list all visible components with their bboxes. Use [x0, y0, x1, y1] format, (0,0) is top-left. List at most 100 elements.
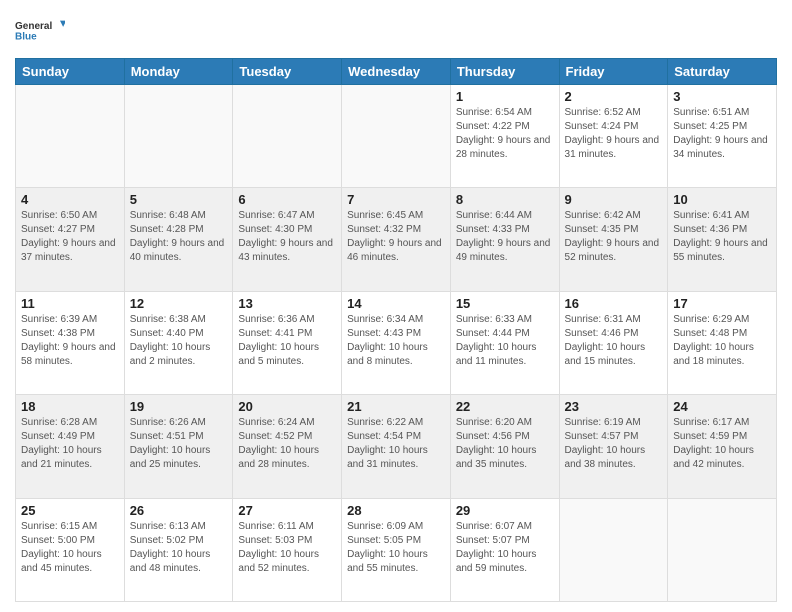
day-info: Sunrise: 6:07 AM Sunset: 5:07 PM Dayligh… [456, 520, 554, 576]
day-number: 17 [673, 296, 771, 311]
day-cell: 24 Sunrise: 6:17 AM Sunset: 4:59 PM Dayli… [668, 395, 777, 498]
day-info: Sunrise: 6:52 AM Sunset: 4:24 PM Dayligh… [565, 106, 663, 162]
day-number: 15 [456, 296, 554, 311]
day-number: 19 [130, 399, 228, 414]
day-cell: 25 Sunrise: 6:15 AM Sunset: 5:00 PM Dayli… [16, 498, 125, 601]
day-cell: 16 Sunrise: 6:31 AM Sunset: 4:46 PM Dayli… [559, 291, 668, 394]
day-info: Sunrise: 6:45 AM Sunset: 4:32 PM Dayligh… [347, 209, 445, 265]
day-cell [16, 85, 125, 188]
day-cell [668, 498, 777, 601]
day-cell: 10 Sunrise: 6:41 AM Sunset: 4:36 PM Dayli… [668, 188, 777, 291]
day-info: Sunrise: 6:28 AM Sunset: 4:49 PM Dayligh… [21, 416, 119, 472]
day-cell [559, 498, 668, 601]
day-number: 22 [456, 399, 554, 414]
day-info: Sunrise: 6:47 AM Sunset: 4:30 PM Dayligh… [238, 209, 336, 265]
day-cell: 11 Sunrise: 6:39 AM Sunset: 4:38 PM Dayli… [16, 291, 125, 394]
day-cell: 28Sunrise: 6:09 AM Sunset: 5:05 PM Dayli… [342, 498, 451, 601]
day-cell [342, 85, 451, 188]
day-info: Sunrise: 6:24 AM Sunset: 4:52 PM Dayligh… [238, 416, 336, 472]
day-cell: 26 Sunrise: 6:13 AM Sunset: 5:02 PM Dayli… [124, 498, 233, 601]
day-cell: 4Sunrise: 6:50 AM Sunset: 4:27 PM Daylig… [16, 188, 125, 291]
header: General Blue [15, 10, 777, 50]
day-number: 2 [565, 89, 663, 104]
day-number: 5 [130, 192, 228, 207]
day-number: 1 [456, 89, 554, 104]
day-cell: 3Sunrise: 6:51 AM Sunset: 4:25 PM Daylig… [668, 85, 777, 188]
day-cell: 18 Sunrise: 6:28 AM Sunset: 4:49 PM Dayli… [16, 395, 125, 498]
day-number: 26 [130, 503, 228, 518]
day-info: Sunrise: 6:42 AM Sunset: 4:35 PM Dayligh… [565, 209, 663, 265]
day-number: 21 [347, 399, 445, 414]
day-info: Sunrise: 6:15 AM Sunset: 5:00 PM Dayligh… [21, 520, 119, 576]
day-info: Sunrise: 6:31 AM Sunset: 4:46 PM Dayligh… [565, 313, 663, 369]
day-number: 13 [238, 296, 336, 311]
day-number: 9 [565, 192, 663, 207]
col-header-saturday: Saturday [668, 59, 777, 85]
day-number: 29 [456, 503, 554, 518]
col-header-sunday: Sunday [16, 59, 125, 85]
day-info: Sunrise: 6:51 AM Sunset: 4:25 PM Dayligh… [673, 106, 771, 162]
col-header-tuesday: Tuesday [233, 59, 342, 85]
day-cell [124, 85, 233, 188]
day-info: Sunrise: 6:44 AM Sunset: 4:33 PM Dayligh… [456, 209, 554, 265]
day-info: Sunrise: 6:41 AM Sunset: 4:36 PM Dayligh… [673, 209, 771, 265]
day-number: 18 [21, 399, 119, 414]
week-row-4: 18 Sunrise: 6:28 AM Sunset: 4:49 PM Dayli… [16, 395, 777, 498]
day-cell: 8Sunrise: 6:44 AM Sunset: 4:33 PM Daylig… [450, 188, 559, 291]
day-cell: 1 Sunrise: 6:54 AM Sunset: 4:22 PM Daylig… [450, 85, 559, 188]
day-number: 23 [565, 399, 663, 414]
day-cell: 7 Sunrise: 6:45 AM Sunset: 4:32 PM Daylig… [342, 188, 451, 291]
day-info: Sunrise: 6:34 AM Sunset: 4:43 PM Dayligh… [347, 313, 445, 369]
day-cell: 23 Sunrise: 6:19 AM Sunset: 4:57 PM Dayli… [559, 395, 668, 498]
col-header-friday: Friday [559, 59, 668, 85]
week-row-3: 11 Sunrise: 6:39 AM Sunset: 4:38 PM Dayli… [16, 291, 777, 394]
day-cell: 19 Sunrise: 6:26 AM Sunset: 4:51 PM Dayli… [124, 395, 233, 498]
day-cell: 2 Sunrise: 6:52 AM Sunset: 4:24 PM Daylig… [559, 85, 668, 188]
day-info: Sunrise: 6:17 AM Sunset: 4:59 PM Dayligh… [673, 416, 771, 472]
day-cell: 21 Sunrise: 6:22 AM Sunset: 4:54 PM Dayli… [342, 395, 451, 498]
day-number: 20 [238, 399, 336, 414]
header-row: SundayMondayTuesdayWednesdayThursdayFrid… [16, 59, 777, 85]
day-info: Sunrise: 6:39 AM Sunset: 4:38 PM Dayligh… [21, 313, 119, 369]
day-info: Sunrise: 6:38 AM Sunset: 4:40 PM Dayligh… [130, 313, 228, 369]
day-number: 16 [565, 296, 663, 311]
logo: General Blue [15, 10, 65, 50]
day-number: 27 [238, 503, 336, 518]
svg-text:Blue: Blue [15, 31, 37, 42]
day-info: Sunrise: 6:11 AM Sunset: 5:03 PM Dayligh… [238, 520, 336, 576]
day-cell: 14 Sunrise: 6:34 AM Sunset: 4:43 PM Dayli… [342, 291, 451, 394]
day-number: 6 [238, 192, 336, 207]
day-number: 25 [21, 503, 119, 518]
day-number: 11 [21, 296, 119, 311]
day-info: Sunrise: 6:50 AM Sunset: 4:27 PM Dayligh… [21, 209, 119, 265]
day-info: Sunrise: 6:22 AM Sunset: 4:54 PM Dayligh… [347, 416, 445, 472]
day-cell: 9 Sunrise: 6:42 AM Sunset: 4:35 PM Daylig… [559, 188, 668, 291]
day-info: Sunrise: 6:26 AM Sunset: 4:51 PM Dayligh… [130, 416, 228, 472]
day-cell: 17 Sunrise: 6:29 AM Sunset: 4:48 PM Dayli… [668, 291, 777, 394]
day-number: 12 [130, 296, 228, 311]
day-info: Sunrise: 6:54 AM Sunset: 4:22 PM Dayligh… [456, 106, 554, 162]
day-cell: 12 Sunrise: 6:38 AM Sunset: 4:40 PM Dayli… [124, 291, 233, 394]
day-info: Sunrise: 6:13 AM Sunset: 5:02 PM Dayligh… [130, 520, 228, 576]
day-info: Sunrise: 6:36 AM Sunset: 4:41 PM Dayligh… [238, 313, 336, 369]
col-header-wednesday: Wednesday [342, 59, 451, 85]
day-cell: 22Sunrise: 6:20 AM Sunset: 4:56 PM Dayli… [450, 395, 559, 498]
week-row-2: 4Sunrise: 6:50 AM Sunset: 4:27 PM Daylig… [16, 188, 777, 291]
day-cell: 29 Sunrise: 6:07 AM Sunset: 5:07 PM Dayli… [450, 498, 559, 601]
day-info: Sunrise: 6:29 AM Sunset: 4:48 PM Dayligh… [673, 313, 771, 369]
col-header-monday: Monday [124, 59, 233, 85]
logo-svg: General Blue [15, 10, 65, 50]
day-number: 24 [673, 399, 771, 414]
svg-text:General: General [15, 21, 52, 32]
day-info: Sunrise: 6:48 AM Sunset: 4:28 PM Dayligh… [130, 209, 228, 265]
day-number: 7 [347, 192, 445, 207]
day-info: Sunrise: 6:19 AM Sunset: 4:57 PM Dayligh… [565, 416, 663, 472]
day-cell: 27 Sunrise: 6:11 AM Sunset: 5:03 PM Dayli… [233, 498, 342, 601]
day-number: 10 [673, 192, 771, 207]
day-cell: 13 Sunrise: 6:36 AM Sunset: 4:41 PM Dayli… [233, 291, 342, 394]
day-info: Sunrise: 6:33 AM Sunset: 4:44 PM Dayligh… [456, 313, 554, 369]
day-cell: 20 Sunrise: 6:24 AM Sunset: 4:52 PM Dayli… [233, 395, 342, 498]
day-number: 14 [347, 296, 445, 311]
day-cell: 6 Sunrise: 6:47 AM Sunset: 4:30 PM Daylig… [233, 188, 342, 291]
day-cell [233, 85, 342, 188]
